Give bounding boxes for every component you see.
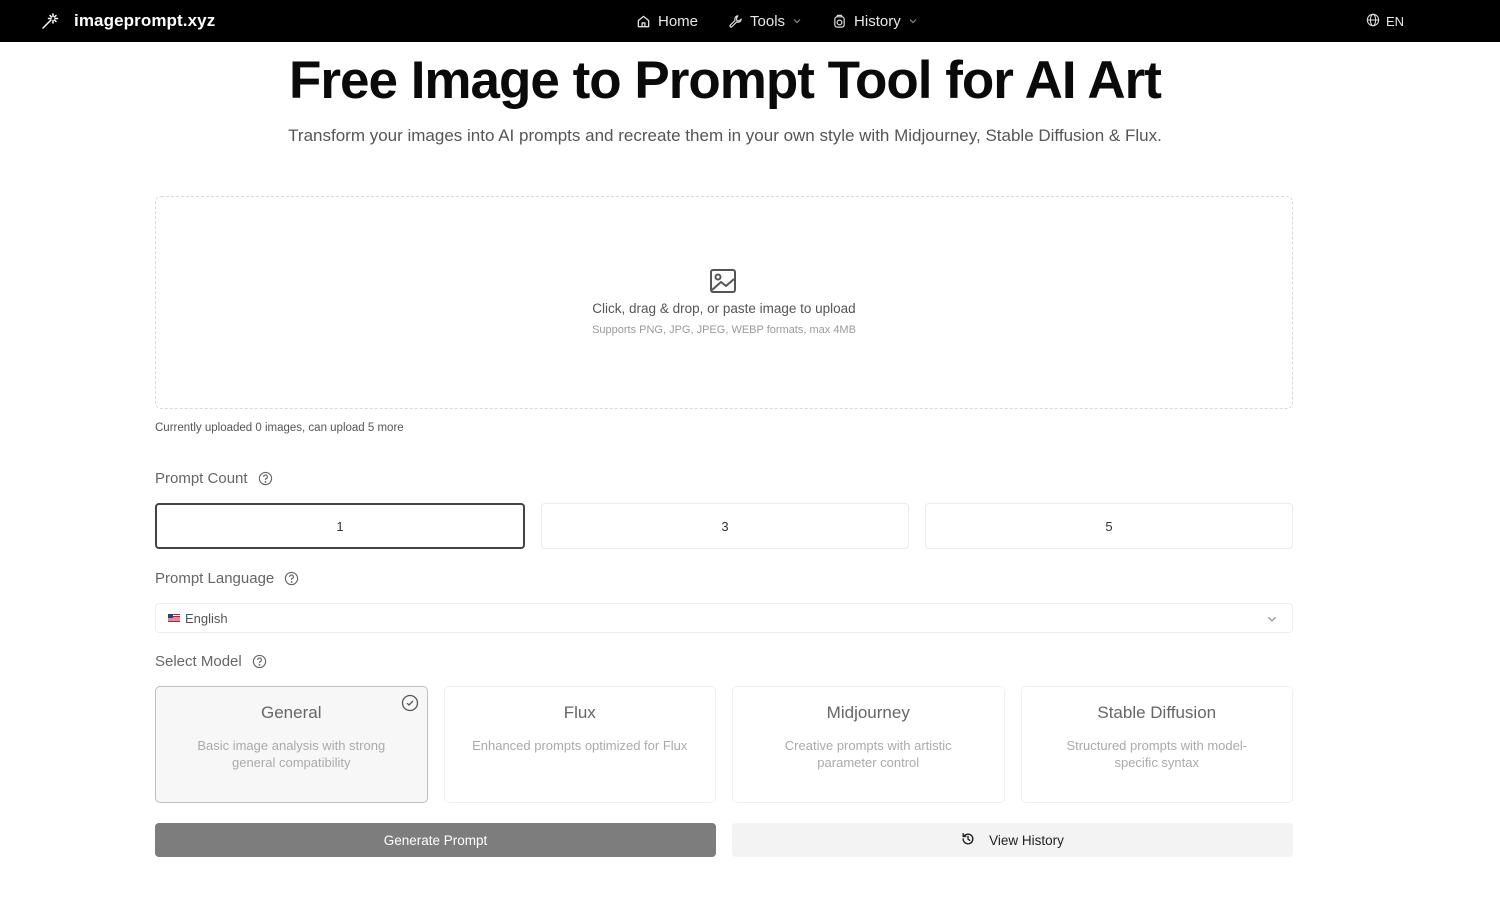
chevron-down-icon (1266, 613, 1278, 628)
model-name: Midjourney (826, 703, 910, 722)
page-subtitle: Transform your images into AI prompts an… (288, 126, 1162, 145)
us-flag-icon (168, 614, 180, 622)
prompt-language-label-row: Prompt Language (155, 570, 299, 587)
select-model-label-row: Select Model (155, 653, 267, 670)
nav-home-label: Home (658, 12, 699, 30)
model-description: Creative prompts with artistic parameter… (784, 738, 952, 770)
model-name: General (261, 703, 322, 722)
view-history-label: View History (989, 832, 1064, 848)
nav-history-label: History (854, 12, 901, 30)
model-description: Basic image analysis with strong general… (197, 738, 386, 770)
image-upload-dropzone[interactable]: Click, drag & drop, or paste image to up… (155, 196, 1293, 409)
image-icon (709, 268, 737, 299)
brand-link[interactable]: imageprompt.xyz (40, 0, 215, 42)
nav-tools[interactable]: Tools (728, 13, 802, 30)
main-nav: Home Tools History (636, 0, 918, 42)
select-model-label: Select Model (155, 653, 242, 670)
nav-tools-label: Tools (750, 12, 786, 30)
wrench-icon (728, 14, 743, 29)
upload-instruction: Click, drag & drop, or paste image to up… (592, 301, 856, 316)
language-code: EN (1386, 13, 1405, 29)
history-icon (832, 14, 847, 29)
prompt-count-options: 1 3 5 (155, 503, 1293, 549)
prompt-count-option-1[interactable]: 1 (155, 503, 525, 549)
upload-status: Currently uploaded 0 images, can upload … (155, 422, 404, 434)
nav-home[interactable]: Home (636, 13, 698, 30)
help-icon[interactable] (252, 654, 267, 669)
chevron-down-icon (792, 16, 802, 26)
model-options: General Basic image analysis with strong… (155, 686, 1293, 803)
magic-wand-icon (40, 11, 60, 31)
chevron-down-icon (908, 16, 918, 26)
check-circle-icon (401, 694, 419, 717)
help-icon[interactable] (258, 471, 273, 486)
view-history-button[interactable]: View History (732, 823, 1293, 857)
model-card-midjourney[interactable]: Midjourney Creative prompts with artisti… (732, 686, 1005, 803)
generate-prompt-button[interactable]: Generate Prompt (155, 823, 716, 857)
globe-icon (1366, 13, 1380, 30)
prompt-language-value: English (185, 610, 228, 626)
prompt-count-option-5[interactable]: 5 (925, 503, 1293, 549)
language-switcher[interactable]: EN (1366, 0, 1404, 42)
model-card-stable-diffusion[interactable]: Stable Diffusion Structured prompts with… (1020, 686, 1293, 803)
brand-name: imageprompt.xyz (74, 11, 216, 30)
nav-history[interactable]: History (832, 13, 918, 30)
model-name: Flux (563, 703, 596, 722)
help-icon[interactable] (284, 571, 299, 586)
upload-format-hint: Supports PNG, JPG, JPEG, WEBP formats, m… (592, 324, 856, 336)
model-name: Stable Diffusion (1097, 703, 1217, 722)
prompt-count-label: Prompt Count (155, 470, 248, 487)
page-title: Free Image to Prompt Tool for AI Art (289, 51, 1162, 110)
prompt-language-label: Prompt Language (155, 570, 275, 587)
action-buttons: Generate Prompt View History (155, 823, 1293, 857)
home-icon (636, 14, 651, 29)
model-card-flux[interactable]: Flux Enhanced prompts optimized for Flux (443, 686, 716, 803)
model-description: Enhanced prompts optimized for Flux (472, 738, 688, 753)
history-icon (961, 832, 975, 849)
prompt-count-label-row: Prompt Count (155, 470, 273, 487)
prompt-count-option-3[interactable]: 3 (541, 503, 909, 549)
top-nav-bar: imageprompt.xyz Home Tools History EN (0, 0, 1500, 42)
model-card-general[interactable]: General Basic image analysis with strong… (155, 686, 428, 803)
model-description: Structured prompts with model-specific s… (1066, 738, 1248, 770)
prompt-language-select[interactable]: English (155, 603, 1293, 633)
